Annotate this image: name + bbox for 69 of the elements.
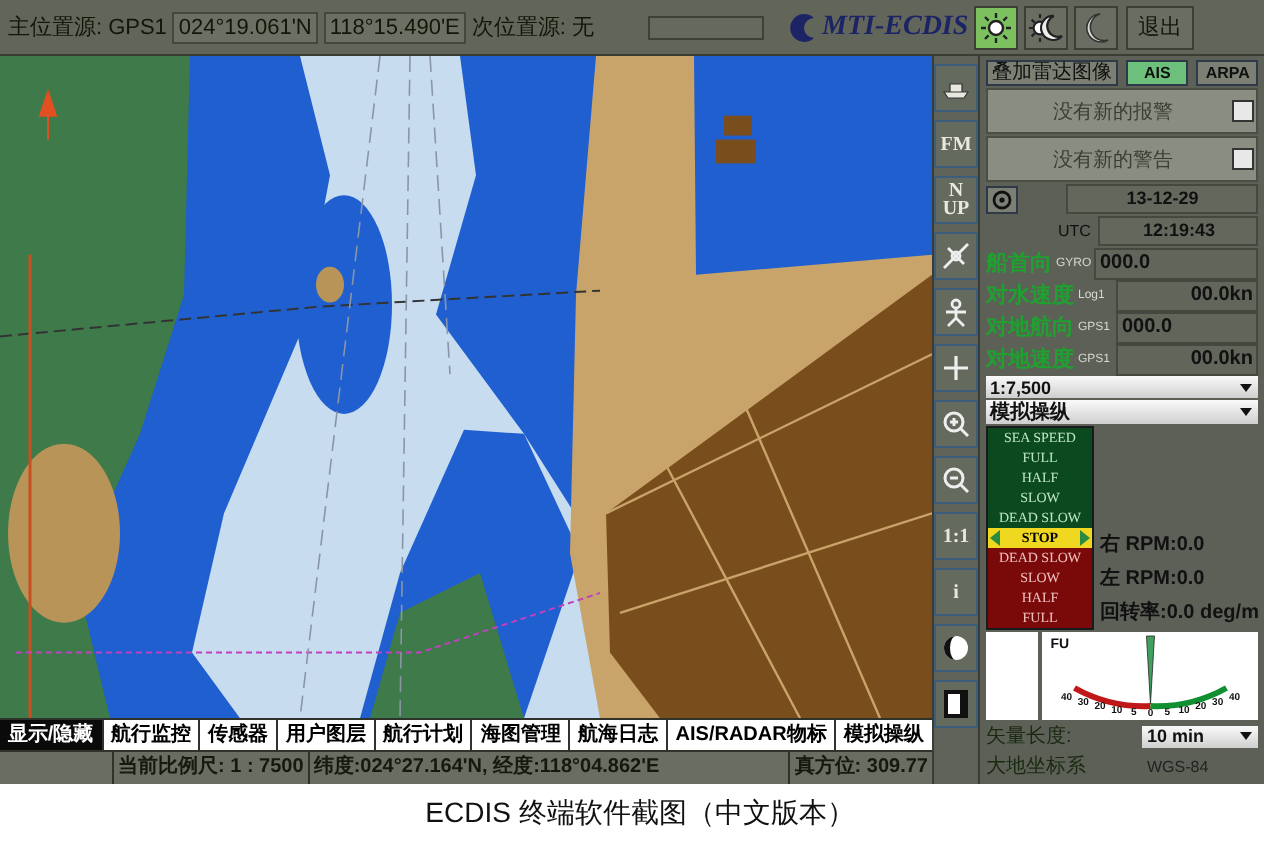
clock-icon — [992, 189, 1012, 209]
menu-tab[interactable]: 海图管理 — [472, 720, 569, 750]
building — [716, 115, 756, 164]
readout-value: 000.0 — [1116, 311, 1259, 343]
sun-icon — [980, 11, 1013, 43]
vector-length-dropdown[interactable]: 10 min — [1142, 725, 1259, 747]
panel-icon — [940, 688, 972, 720]
toolbar-button[interactable] — [934, 624, 978, 672]
readout-label: 对地速度 — [986, 345, 1074, 374]
contrast-icon — [940, 632, 972, 664]
toolbar-button[interactable] — [934, 64, 978, 112]
toolbar-button[interactable]: 1:1 — [934, 512, 978, 560]
utc-time-field: 12:19:43 — [1098, 216, 1259, 246]
north-arrow-icon — [39, 88, 57, 141]
engine-reading: 右 RPM:0.0 — [1100, 531, 1207, 558]
menu-tab[interactable]: 传感器 — [200, 720, 276, 750]
measure-tool-icon — [940, 240, 972, 272]
toolbar-button[interactable]: N UP — [934, 176, 978, 224]
longitude-field: 118°15.490'E — [323, 11, 466, 43]
datum-label: 大地坐标系 — [986, 753, 1086, 780]
moon-icon — [1080, 11, 1113, 43]
primary-source-label: 主位置源: — [8, 13, 103, 42]
readout-label: 对地航向 — [986, 313, 1074, 342]
menu-tab[interactable]: 模拟操纵 — [836, 720, 932, 750]
toolbar-button[interactable]: FM — [934, 120, 978, 168]
date-field: 13-12-29 — [1066, 184, 1259, 214]
scale-status: 当前比例尺: 1 : 7500 — [114, 752, 308, 784]
menu-tab[interactable]: 航行计划 — [375, 720, 471, 750]
zoom-in-icon — [940, 408, 972, 440]
mode-dropdown[interactable]: 模拟操纵 — [986, 400, 1259, 424]
toolbar-button[interactable]: i — [934, 568, 978, 616]
readout-value: 00.0kn — [1116, 343, 1259, 375]
primary-source-value: GPS1 — [108, 15, 167, 39]
readout-label: 船首向 — [986, 249, 1052, 278]
islet — [316, 266, 344, 303]
clock-button[interactable] — [986, 185, 1018, 213]
scale-dropdown[interactable]: 1:7,500 — [986, 376, 1259, 398]
engine-reading: 回转率:0.0 deg/m — [1100, 598, 1259, 626]
crosshair-icon — [940, 352, 972, 384]
display-mode-button[interactable] — [974, 5, 1019, 49]
cursor-position-status: 纬度:024°27.164'N, 经度:118°04.862'E — [309, 752, 789, 784]
menu-tab[interactable]: 用户图层 — [277, 720, 374, 750]
image-caption: ECDIS 终端软件截图（中文版本） — [423, 794, 857, 832]
readout-value: 000.0 — [1094, 247, 1259, 279]
datum-value: WGS-84 — [1146, 757, 1211, 775]
menu-tab[interactable]: 航行监控 — [103, 720, 199, 750]
empty-field — [648, 15, 765, 39]
readout-label: 对水速度 — [986, 281, 1074, 310]
zoom-out-icon — [940, 464, 972, 496]
sun-moon-icon — [1028, 11, 1065, 43]
bearing-status: 真方位: 309.77 — [790, 752, 932, 784]
readout-value: 00.0kn — [1116, 279, 1259, 311]
menu-tab[interactable]: AIS/RADAR物标 — [667, 720, 835, 750]
engine-reading: 左 RPM:0.0 — [1100, 565, 1207, 592]
person-icon — [940, 296, 972, 328]
target-toggle[interactable]: AIS — [1126, 60, 1189, 86]
app-logo: MTI-ECDIS — [822, 11, 969, 43]
status-field — [0, 752, 112, 784]
target-toggle[interactable]: ARPA — [1196, 60, 1259, 86]
utc-label: UTC — [1058, 222, 1091, 240]
radar-overlay-button[interactable]: 叠加雷达图像 — [986, 60, 1118, 86]
secondary-source-label: 次位置源: 无 — [471, 14, 595, 42]
display-mode-button[interactable] — [1024, 5, 1069, 49]
vector-length-label: 矢量长度: — [986, 723, 1072, 750]
toolbar-button[interactable] — [934, 680, 978, 728]
menu-tab[interactable]: 航海日志 — [570, 720, 666, 750]
blank-display — [986, 632, 1038, 720]
latitude-field: 024°19.061'N — [172, 11, 318, 43]
menu-tab[interactable]: 显示/隐藏 — [0, 720, 102, 750]
